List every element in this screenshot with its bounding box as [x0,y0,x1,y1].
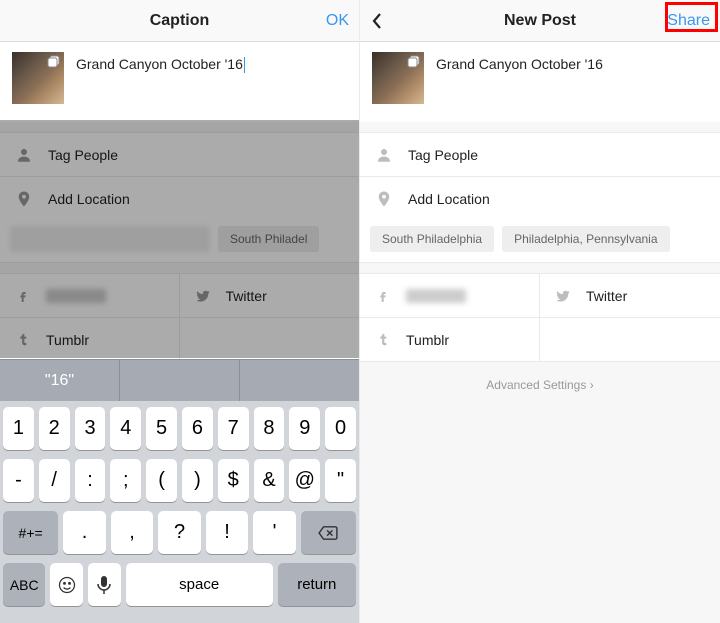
key-apostrophe[interactable]: ' [253,511,296,554]
caption-input-row[interactable]: Grand Canyon October '16 [0,42,359,122]
location-suggestions: South Philadel [0,220,359,263]
key-1[interactable]: 1 [3,407,34,450]
facebook-share[interactable] [0,274,180,318]
multi-photo-icon [47,55,61,69]
chevron-right-icon: › [586,378,593,392]
key-comma[interactable]: , [111,511,154,554]
facebook-icon [14,287,32,305]
options-section: Tag People Add Location South Philadelph… [360,132,720,263]
key-4[interactable]: 4 [110,407,141,450]
key-backspace[interactable] [301,511,356,554]
location-suggestions: South Philadelphia Philadelphia, Pennsyl… [360,220,720,263]
location-chip-blurred[interactable] [10,226,210,252]
key-lparen[interactable]: ( [146,459,177,502]
options-section: Tag People Add Location South Philadel [0,132,359,263]
key-dash[interactable]: - [3,459,34,502]
facebook-account-name [406,289,466,303]
header-title: New Post [504,12,576,30]
twitter-label: Twitter [226,288,267,304]
key-at[interactable]: @ [289,459,320,502]
tag-people-row[interactable]: Tag People [0,132,359,176]
key-7[interactable]: 7 [218,407,249,450]
tumblr-label: Tumblr [406,332,449,348]
twitter-share[interactable]: Twitter [180,274,360,318]
tumblr-icon [374,331,392,349]
share-highlight-box: Share [665,2,718,32]
person-tag-icon [14,145,34,165]
keyboard-suggestion-bar: "16" [0,359,359,401]
caption-text[interactable]: Grand Canyon October '16 [436,52,603,72]
key-space[interactable]: space [126,563,273,606]
facebook-share[interactable] [360,274,540,318]
share-empty [540,318,720,362]
key-symbol-switch[interactable]: #+= [3,511,58,554]
add-location-label: Add Location [48,191,130,207]
share-targets: Twitter Tumblr [0,273,359,362]
twitter-label: Twitter [586,288,627,304]
header-title: Caption [150,12,210,30]
caption-screen: Caption OK Grand Canyon October '16 Tag … [0,0,360,623]
caption-input-row[interactable]: Grand Canyon October '16 [360,42,720,122]
key-3[interactable]: 3 [75,407,106,450]
key-colon[interactable]: : [75,459,106,502]
key-question[interactable]: ? [158,511,201,554]
key-2[interactable]: 2 [39,407,70,450]
add-location-row[interactable]: Add Location [0,176,359,220]
tag-people-label: Tag People [48,147,118,163]
suggestion[interactable]: "16" [0,360,120,401]
tag-people-row[interactable]: Tag People [360,132,720,176]
key-6[interactable]: 6 [182,407,213,450]
share-targets: Twitter Tumblr [360,273,720,362]
location-chip[interactable]: South Philadelphia [370,226,494,252]
facebook-account-name [46,289,106,303]
key-8[interactable]: 8 [254,407,285,450]
suggestion-empty-1[interactable] [120,360,240,401]
tumblr-share[interactable]: Tumblr [360,318,540,362]
key-dictation[interactable] [88,563,121,606]
multi-photo-icon [407,55,421,69]
key-abc[interactable]: ABC [3,563,45,606]
post-thumbnail[interactable] [372,52,424,104]
share-empty [180,318,360,362]
key-return[interactable]: return [278,563,356,606]
key-period[interactable]: . [63,511,106,554]
facebook-icon [374,287,392,305]
key-dollar[interactable]: $ [218,459,249,502]
add-location-label: Add Location [408,191,490,207]
caption-text[interactable]: Grand Canyon October '16 [76,52,245,73]
location-chip[interactable]: Philadelphia, Pennsylvania [502,226,669,252]
key-rparen[interactable]: ) [182,459,213,502]
keyboard: 1 2 3 4 5 6 7 8 9 0 - / : ; ( ) $ & @ " … [0,401,359,623]
key-semicolon[interactable]: ; [110,459,141,502]
caption-header: Caption OK [0,0,359,42]
tumblr-share[interactable]: Tumblr [0,318,180,362]
tumblr-label: Tumblr [46,332,89,348]
twitter-share[interactable]: Twitter [540,274,720,318]
add-location-row[interactable]: Add Location [360,176,720,220]
key-quote[interactable]: " [325,459,356,502]
post-thumbnail[interactable] [12,52,64,104]
twitter-icon [554,287,572,305]
tumblr-icon [14,331,32,349]
key-slash[interactable]: / [39,459,70,502]
location-chip[interactable]: South Philadel [218,226,319,252]
back-button[interactable] [370,0,384,42]
location-pin-icon [14,189,34,209]
key-amp[interactable]: & [254,459,285,502]
key-emoji[interactable] [50,563,83,606]
suggestion-empty-2[interactable] [240,360,359,401]
new-post-screen: New Post Share Share Grand Canyon Octobe… [360,0,720,623]
new-post-header: New Post Share Share [360,0,720,42]
text-cursor [244,57,246,73]
key-0[interactable]: 0 [325,407,356,450]
ok-button[interactable]: OK [326,0,349,42]
key-exclaim[interactable]: ! [206,511,249,554]
person-tag-icon [374,145,394,165]
tag-people-label: Tag People [408,147,478,163]
twitter-icon [194,287,212,305]
key-5[interactable]: 5 [146,407,177,450]
advanced-settings-link[interactable]: Advanced Settings › [360,362,720,408]
location-pin-icon [374,189,394,209]
key-9[interactable]: 9 [289,407,320,450]
